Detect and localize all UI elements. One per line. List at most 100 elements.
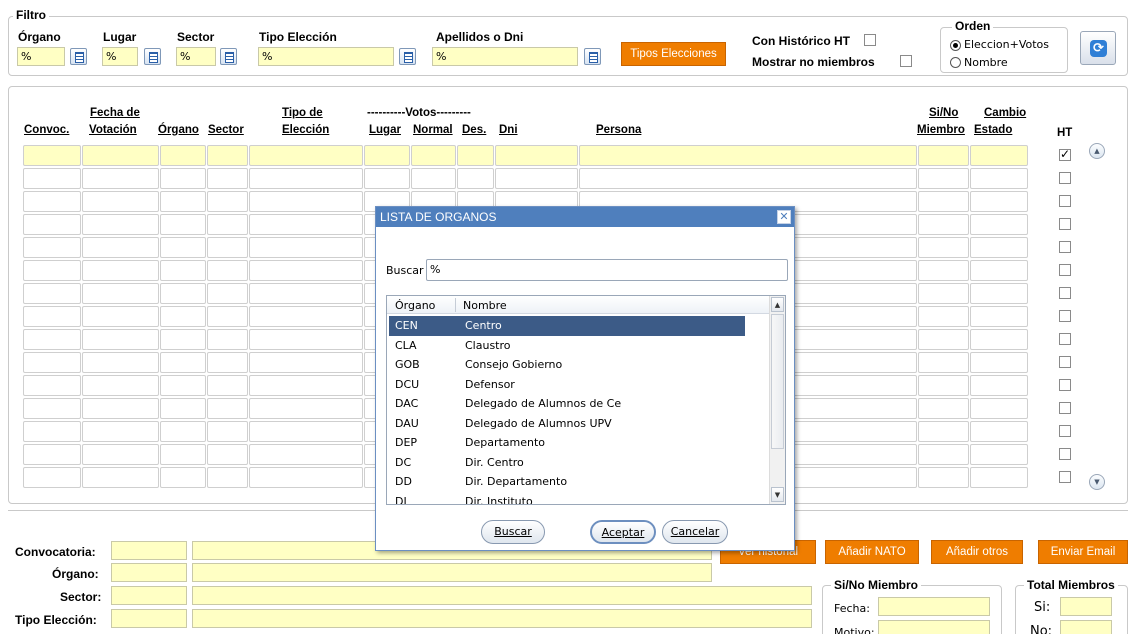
cell-tipo[interactable] bbox=[249, 398, 363, 419]
lugar-lov-button[interactable] bbox=[144, 48, 161, 65]
organo-lov-button[interactable] bbox=[70, 48, 87, 65]
cell-cambio[interactable] bbox=[970, 329, 1028, 350]
cell-organo[interactable] bbox=[160, 214, 206, 235]
orden-radio-nombre[interactable] bbox=[950, 57, 961, 68]
list-item[interactable]: DI Dir. Instituto bbox=[389, 492, 745, 505]
list-item[interactable]: DCU Defensor bbox=[389, 375, 745, 395]
cell-sino[interactable] bbox=[918, 191, 969, 212]
sector-desc-field[interactable] bbox=[192, 586, 812, 605]
ht-checkbox[interactable] bbox=[1059, 218, 1071, 230]
cell-organo[interactable] bbox=[160, 191, 206, 212]
header-cambio-line1[interactable]: Cambio bbox=[984, 107, 1026, 119]
list-item[interactable]: CEN Centro bbox=[389, 316, 745, 336]
anadir-otros-button[interactable]: Añadir otros bbox=[931, 540, 1023, 564]
list-col-nombre[interactable]: Nombre bbox=[463, 299, 507, 312]
cell-sino[interactable] bbox=[918, 283, 969, 304]
cell-cambio[interactable] bbox=[970, 260, 1028, 281]
list-item[interactable]: DAU Delegado de Alumnos UPV bbox=[389, 414, 745, 434]
cell-sector[interactable] bbox=[207, 352, 248, 373]
cell-fecha[interactable] bbox=[82, 467, 159, 488]
cell-convoc[interactable] bbox=[23, 444, 81, 465]
cell-cambio[interactable] bbox=[970, 352, 1028, 373]
sector-lov-button[interactable] bbox=[220, 48, 237, 65]
cell-tipo[interactable] bbox=[249, 444, 363, 465]
sector-code-field[interactable] bbox=[111, 586, 187, 605]
header-organo[interactable]: Órgano bbox=[158, 124, 199, 136]
cell-des[interactable] bbox=[457, 145, 494, 166]
cell-convoc[interactable] bbox=[23, 191, 81, 212]
cell-convoc[interactable] bbox=[23, 329, 81, 350]
cell-convoc[interactable] bbox=[23, 283, 81, 304]
cell-sector[interactable] bbox=[207, 191, 248, 212]
header-tipo-line2[interactable]: Elección bbox=[282, 124, 329, 136]
ht-checkbox[interactable] bbox=[1059, 147, 1071, 161]
cell-fecha[interactable] bbox=[82, 421, 159, 442]
header-sector[interactable]: Sector bbox=[208, 124, 244, 136]
list-item[interactable]: DC Dir. Centro bbox=[389, 453, 745, 473]
header-cambio-line2[interactable]: Estado bbox=[974, 124, 1012, 136]
cell-des[interactable] bbox=[457, 168, 494, 189]
cell-fecha[interactable] bbox=[82, 444, 159, 465]
cell-organo[interactable] bbox=[160, 329, 206, 350]
list-item[interactable]: GOB Consejo Gobierno bbox=[389, 355, 745, 375]
dialog-close-icon[interactable]: ✕ bbox=[777, 210, 791, 224]
cell-tipo[interactable] bbox=[249, 214, 363, 235]
dialog-buscar-button[interactable]: Buscar bbox=[481, 520, 545, 544]
ht-checkbox[interactable] bbox=[1059, 195, 1071, 207]
cell-tipo[interactable] bbox=[249, 329, 363, 350]
cell-tipo[interactable] bbox=[249, 145, 363, 166]
ht-checkbox[interactable] bbox=[1059, 241, 1071, 253]
apellidos-lov-button[interactable] bbox=[584, 48, 601, 65]
cell-cambio[interactable] bbox=[970, 467, 1028, 488]
cell-cambio[interactable] bbox=[970, 168, 1028, 189]
cell-organo[interactable] bbox=[160, 352, 206, 373]
cell-sector[interactable] bbox=[207, 260, 248, 281]
convocatoria-code-field[interactable] bbox=[111, 541, 187, 560]
organo-filter-input[interactable]: % bbox=[17, 47, 65, 66]
cell-sino[interactable] bbox=[918, 375, 969, 396]
cell-sino[interactable] bbox=[918, 168, 969, 189]
list-item[interactable]: DAC Delegado de Alumnos de Ce bbox=[389, 394, 745, 414]
cell-sector[interactable] bbox=[207, 237, 248, 258]
cell-organo[interactable] bbox=[160, 260, 206, 281]
cell-sector[interactable] bbox=[207, 444, 248, 465]
organo-code-field[interactable] bbox=[111, 563, 187, 582]
cell-sino[interactable] bbox=[918, 306, 969, 327]
dialog-search-input[interactable]: % bbox=[426, 259, 788, 281]
ht-checkbox[interactable] bbox=[1059, 471, 1071, 483]
list-item[interactable]: DD Dir. Departamento bbox=[389, 472, 745, 492]
cell-organo[interactable] bbox=[160, 306, 206, 327]
cell-tipo[interactable] bbox=[249, 260, 363, 281]
cell-normal[interactable] bbox=[411, 145, 456, 166]
header-persona[interactable]: Persona bbox=[596, 124, 641, 136]
cell-tipo[interactable] bbox=[249, 237, 363, 258]
list-item[interactable]: DEP Departamento bbox=[389, 433, 745, 453]
tipo-eleccion-filter-input[interactable]: % bbox=[258, 47, 394, 66]
tipo-eleccion-code-field[interactable] bbox=[111, 609, 187, 628]
cell-convoc[interactable] bbox=[23, 237, 81, 258]
cell-cambio[interactable] bbox=[970, 145, 1028, 166]
cell-tipo[interactable] bbox=[249, 306, 363, 327]
cell-cambio[interactable] bbox=[970, 214, 1028, 235]
cell-cambio[interactable] bbox=[970, 237, 1028, 258]
cell-sino[interactable] bbox=[918, 444, 969, 465]
cell-organo[interactable] bbox=[160, 145, 206, 166]
cell-convoc[interactable] bbox=[23, 168, 81, 189]
tipo-eleccion-desc-field[interactable] bbox=[192, 609, 812, 628]
cell-organo[interactable] bbox=[160, 237, 206, 258]
cell-fecha[interactable] bbox=[82, 191, 159, 212]
cell-tipo[interactable] bbox=[249, 168, 363, 189]
cell-convoc[interactable] bbox=[23, 260, 81, 281]
header-sino-line2[interactable]: Miembro bbox=[917, 124, 965, 136]
cell-dni[interactable] bbox=[495, 168, 578, 189]
lugar-filter-input[interactable]: % bbox=[102, 47, 138, 66]
cell-fecha[interactable] bbox=[82, 329, 159, 350]
ht-checkbox[interactable] bbox=[1059, 264, 1071, 276]
cell-convoc[interactable] bbox=[23, 145, 81, 166]
fecha-field[interactable] bbox=[878, 597, 990, 616]
cell-fecha[interactable] bbox=[82, 283, 159, 304]
grid-scroll-down-icon[interactable]: ▼ bbox=[1089, 474, 1105, 490]
cell-fecha[interactable] bbox=[82, 398, 159, 419]
cell-fecha[interactable] bbox=[82, 352, 159, 373]
cell-convoc[interactable] bbox=[23, 306, 81, 327]
